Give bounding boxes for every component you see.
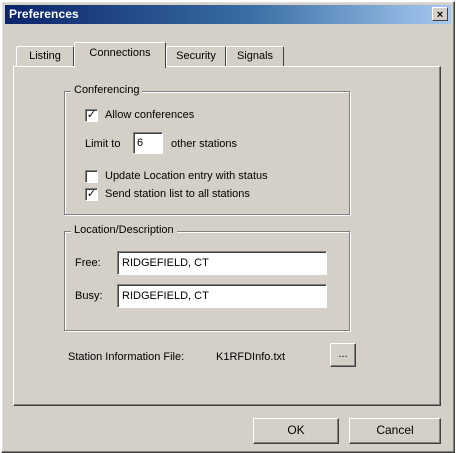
check-icon: ✓ — [86, 109, 97, 121]
update-location-label: Update Location entry with status — [105, 170, 268, 182]
tab-security-label: Security — [176, 50, 216, 62]
location-description-group-label: Location/Description — [71, 224, 177, 236]
check-icon: ✓ — [86, 188, 97, 200]
busy-label: Busy: — [75, 290, 103, 302]
limit-prefix-label: Limit to — [85, 138, 121, 150]
browse-file-button[interactable]: ... — [330, 343, 356, 367]
busy-location-input[interactable]: RIDGEFIELD, CT — [117, 284, 327, 308]
update-location-checkbox[interactable] — [85, 170, 98, 183]
tab-listing-label: Listing — [29, 50, 61, 62]
free-label: Free: — [75, 257, 101, 269]
window-title: Preferences — [9, 7, 79, 21]
tab-signals-label: Signals — [236, 50, 274, 62]
tab-connections-label: Connections — [89, 47, 151, 59]
station-info-label: Station Information File: — [68, 351, 185, 363]
allow-conferences-label: Allow conferences — [105, 109, 195, 121]
connections-tab-panel: Conferencing ✓ Allow conferences Limit t… — [13, 66, 441, 406]
limit-stations-input[interactable]: 6 — [133, 132, 163, 154]
close-button[interactable]: × — [432, 7, 448, 21]
tab-security[interactable]: Security — [166, 46, 226, 66]
limit-suffix-label: other stations — [171, 138, 238, 150]
send-station-list-checkbox[interactable]: ✓ — [85, 188, 98, 201]
ok-button[interactable]: OK — [253, 418, 339, 444]
free-location-input[interactable]: RIDGEFIELD, CT — [117, 251, 327, 275]
tab-listing[interactable]: Listing — [16, 46, 74, 66]
conferencing-group: Conferencing ✓ Allow conferences Limit t… — [64, 84, 350, 215]
browse-ellipsis-icon: ... — [338, 348, 348, 360]
location-description-group: Location/Description Free: RIDGEFIELD, C… — [64, 224, 350, 331]
cancel-button-label: Cancel — [376, 423, 414, 437]
ok-button-label: OK — [287, 423, 305, 437]
cancel-button[interactable]: Cancel — [349, 418, 441, 444]
free-location-value: RIDGEFIELD, CT — [122, 257, 209, 269]
title-bar[interactable]: Preferences × — [5, 5, 451, 24]
tab-connections[interactable]: Connections — [74, 42, 166, 68]
allow-conferences-checkbox[interactable]: ✓ — [85, 109, 98, 122]
close-icon: × — [436, 9, 444, 21]
send-station-list-label: Send station list to all stations — [105, 188, 250, 200]
tab-signals[interactable]: Signals — [226, 46, 284, 66]
station-info-filename: K1RFDInfo.txt — [216, 351, 286, 363]
limit-stations-value: 6 — [137, 137, 144, 149]
conferencing-group-label: Conferencing — [71, 84, 143, 96]
busy-location-value: RIDGEFIELD, CT — [122, 290, 209, 302]
